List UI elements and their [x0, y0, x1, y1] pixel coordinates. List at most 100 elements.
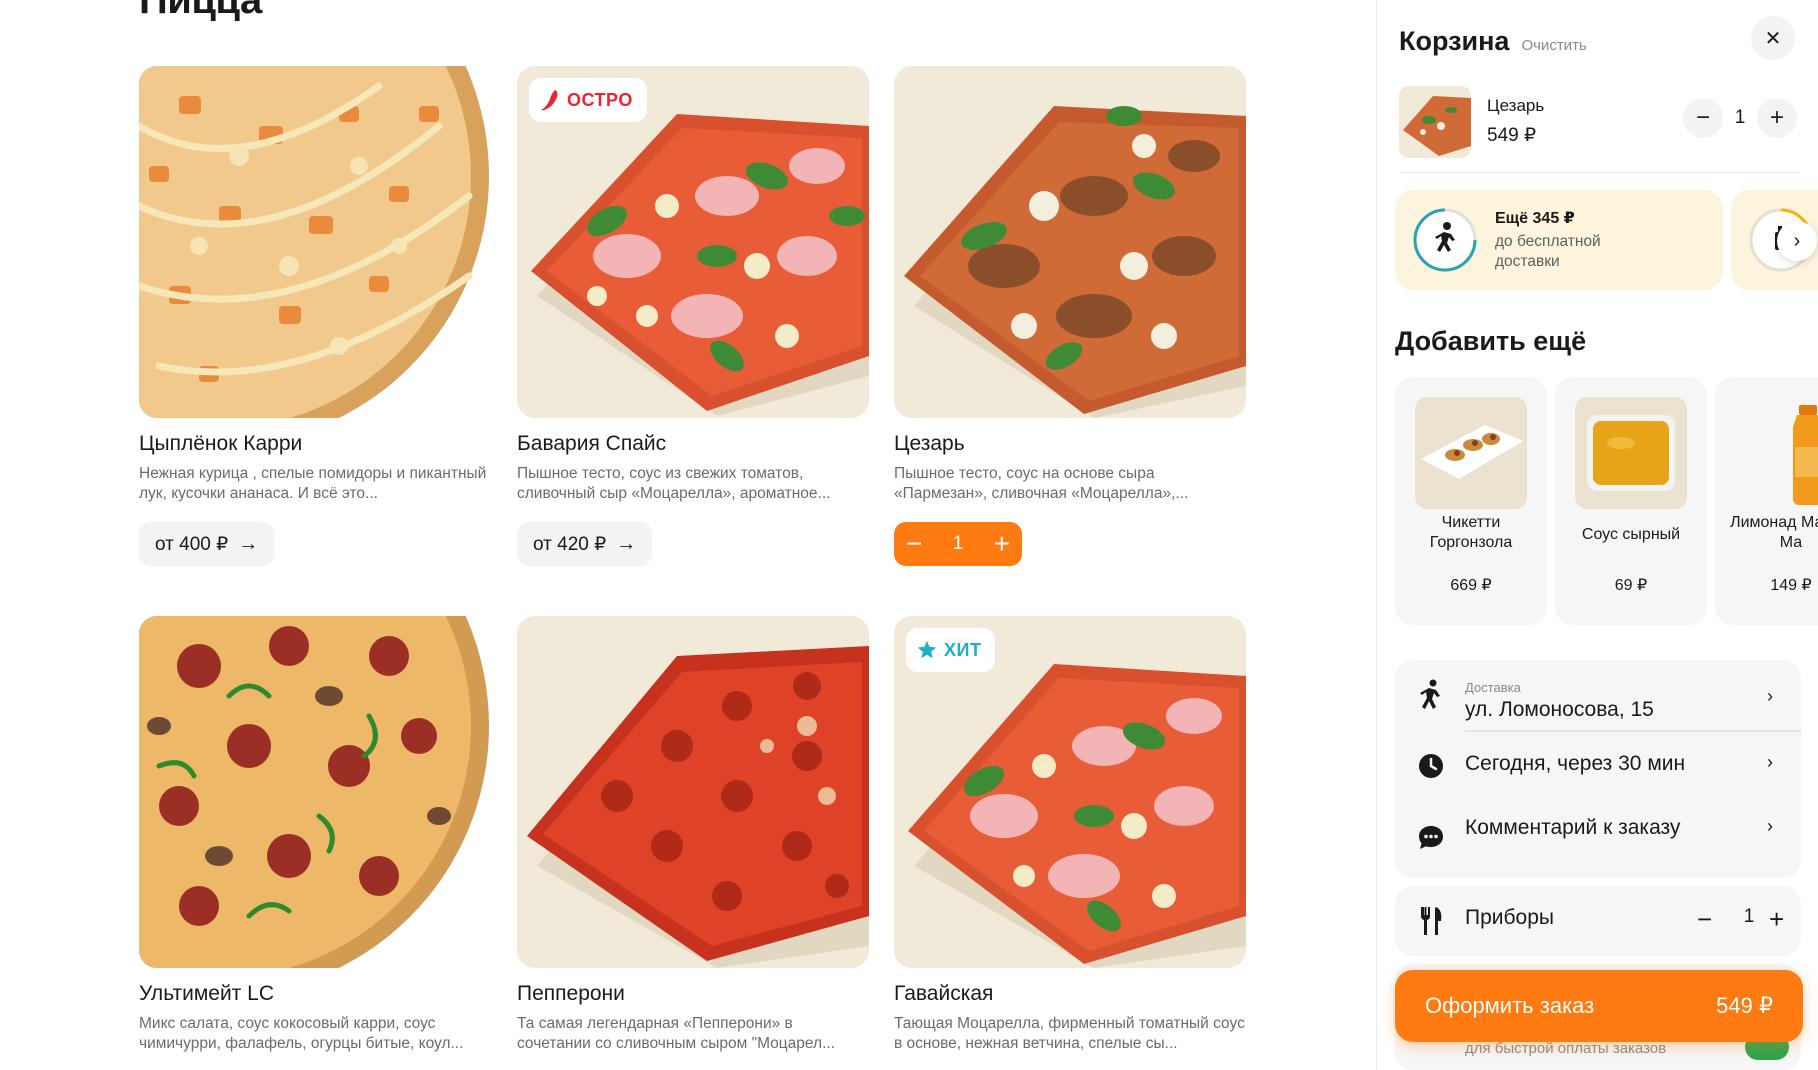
- catalog: Пицца Цыплёнок Карри Нежная курица , спе…: [0, 0, 1372, 1070]
- product-description: Та самая легендарная «Пепперони» в сочет…: [517, 1015, 835, 1052]
- product-image[interactable]: [139, 66, 491, 418]
- clock-icon: [1415, 750, 1447, 782]
- delivery-small-label: Доставка: [1465, 680, 1521, 695]
- product-image[interactable]: ОСТРО: [517, 66, 869, 418]
- badge-label: ХИТ: [944, 639, 982, 660]
- cart-item-image: [1399, 86, 1471, 158]
- upsell-card[interactable]: Лимонад Манго-Ма 149 ₽: [1715, 377, 1818, 625]
- cart-item: Цезарь 549 ₽ − 1 +: [1399, 86, 1799, 158]
- upsell-price: 149 ₽: [1770, 577, 1812, 594]
- cart-item-price: 549 ₽: [1487, 125, 1537, 146]
- quantity-value: 1: [952, 533, 964, 554]
- cutlery-icon: [1415, 905, 1447, 937]
- checkout-label: Оформить заказ: [1425, 993, 1595, 1018]
- checkout-total: 549 ₽: [1716, 993, 1773, 1018]
- progress-ring: [1413, 208, 1477, 272]
- walking-person-icon: [1415, 678, 1447, 710]
- chevron-right-icon: ›: [1793, 229, 1801, 252]
- upsell-card[interactable]: Чикетти Горгонзола 669 ₽: [1395, 377, 1547, 625]
- product-card[interactable]: Ультимейт LC Микс салата, соус кокосовый…: [139, 616, 491, 1054]
- order-comment-label: Комментарий к заказу: [1465, 816, 1681, 839]
- cart-item-quantity: 1: [1734, 107, 1746, 128]
- add-more-title: Добавить ещё: [1395, 326, 1587, 356]
- product-description: Тающая Моцарелла, фирменный томатный соу…: [894, 1015, 1245, 1052]
- chevron-right-icon: ›: [1767, 816, 1773, 836]
- product-description: Пышное тесто, соус на основе сыра «Парме…: [894, 465, 1189, 502]
- quantity-stepper[interactable]: − 1 +: [894, 522, 1022, 566]
- cutlery-increase-button[interactable]: +: [1769, 904, 1784, 934]
- divider: [1399, 172, 1799, 173]
- promo-subtitle: до бесплатной доставки: [1495, 233, 1601, 270]
- increase-button[interactable]: +: [1757, 98, 1797, 138]
- product-name: Гавайская: [894, 982, 994, 1005]
- chili-icon: [541, 90, 558, 111]
- chevron-right-icon: ›: [1767, 752, 1773, 772]
- delivery-time-row[interactable]: Сегодня, через 30 мин ›: [1395, 732, 1801, 804]
- price-label: от 420 ₽: [533, 533, 607, 555]
- delivery-address: ул. Ломоносова, 15: [1465, 698, 1654, 721]
- upsell-image: [1735, 397, 1818, 509]
- product-card[interactable]: ХИТ Гавайская Тающая Моцарелла, фирменны…: [894, 616, 1246, 1054]
- product-name: Ультимейт LC: [139, 982, 274, 1005]
- decrease-button[interactable]: −: [1683, 98, 1723, 138]
- promo-next-button[interactable]: ›: [1777, 221, 1817, 261]
- star-icon: [917, 640, 937, 659]
- product-description: Нежная курица , спелые помидоры и пикант…: [139, 465, 487, 502]
- product-image[interactable]: [139, 616, 491, 968]
- free-delivery-promo[interactable]: Ещё 345 ₽ до бесплатной доставки: [1395, 190, 1723, 290]
- arrow-right-icon: →: [616, 532, 637, 555]
- product-card[interactable]: Пепперони Та самая легендарная «Пепперон…: [517, 616, 869, 1054]
- close-cart-button[interactable]: ✕: [1751, 16, 1795, 60]
- arrow-right-icon: →: [238, 532, 259, 555]
- quick-pay-hint: для быстрой оплаты заказов: [1465, 1040, 1667, 1057]
- cart-panel: Корзина Очистить ✕ Цезарь 549 ₽ − 1 + Ещ…: [1376, 0, 1818, 1070]
- comment-icon: [1415, 822, 1447, 854]
- product-name: Бавария Спайс: [517, 432, 667, 455]
- product-image[interactable]: [517, 616, 869, 968]
- minus-icon: −: [1695, 104, 1710, 131]
- product-name: Цыплёнок Карри: [139, 432, 303, 455]
- order-comment-row[interactable]: Комментарий к заказу ›: [1395, 804, 1801, 876]
- price-button[interactable]: от 400 ₽ →: [139, 522, 275, 566]
- upsell-card[interactable]: Соус сырный 69 ₽: [1555, 377, 1707, 625]
- upsell-price: 69 ₽: [1614, 577, 1648, 594]
- product-description: Микс салата, соус кокосовый карри, соус …: [139, 1015, 464, 1052]
- cart-header: Корзина Очистить: [1399, 26, 1587, 57]
- upsell-price: 669 ₽: [1450, 577, 1492, 594]
- upsell-image: [1575, 397, 1687, 509]
- clear-cart-button[interactable]: Очистить: [1521, 37, 1586, 54]
- product-card[interactable]: Цыплёнок Карри Нежная курица , спелые по…: [139, 66, 491, 566]
- promo-amount: Ещё 345 ₽: [1495, 210, 1575, 227]
- product-card[interactable]: ОСТРО Бавария Спайс Пышное тесто, соус и…: [517, 66, 869, 566]
- upsell-name: Лимонад Манго-Ма: [1730, 514, 1818, 551]
- cart-title: Корзина: [1399, 26, 1510, 56]
- upsell-name: Чикетти Горгонзола: [1429, 514, 1513, 551]
- plus-button[interactable]: +: [994, 530, 1010, 558]
- cutlery-quantity: 1: [1743, 906, 1755, 927]
- section-title: Пицца: [139, 0, 262, 22]
- product-image[interactable]: ХИТ: [894, 616, 1246, 968]
- product-card[interactable]: Цезарь Пышное тесто, соус на основе сыра…: [894, 66, 1246, 566]
- price-button[interactable]: от 420 ₽ →: [517, 522, 653, 566]
- close-icon: ✕: [1764, 27, 1782, 50]
- cutlery-decrease-button[interactable]: −: [1697, 904, 1712, 934]
- checkout-button[interactable]: Оформить заказ 549 ₽: [1395, 970, 1803, 1042]
- order-details-group: Доставка ул. Ломоносова, 15 › Сегодня, ч…: [1395, 660, 1801, 878]
- minus-button[interactable]: −: [906, 530, 922, 558]
- delivery-time: Сегодня, через 30 мин: [1465, 752, 1686, 775]
- badge-label: ОСТРО: [567, 89, 633, 110]
- upsell-name: Соус сырный: [1581, 526, 1681, 543]
- plus-icon: +: [1769, 104, 1784, 131]
- hit-badge: ХИТ: [906, 628, 996, 672]
- price-label: от 400 ₽: [155, 533, 229, 555]
- product-description: Пышное тесто, соус из свежих томатов, сл…: [517, 465, 831, 502]
- product-name: Пепперони: [517, 982, 625, 1005]
- delivery-address-row[interactable]: Доставка ул. Ломоносова, 15 ›: [1395, 660, 1801, 732]
- product-image[interactable]: [894, 66, 1246, 418]
- chevron-right-icon: ›: [1767, 686, 1773, 706]
- cutlery-label: Приборы: [1465, 906, 1554, 929]
- hot-badge: ОСТРО: [529, 78, 647, 122]
- cart-item-name: Цезарь: [1487, 96, 1545, 115]
- cutlery-row: Приборы − 1 +: [1395, 886, 1801, 956]
- product-name: Цезарь: [894, 432, 965, 455]
